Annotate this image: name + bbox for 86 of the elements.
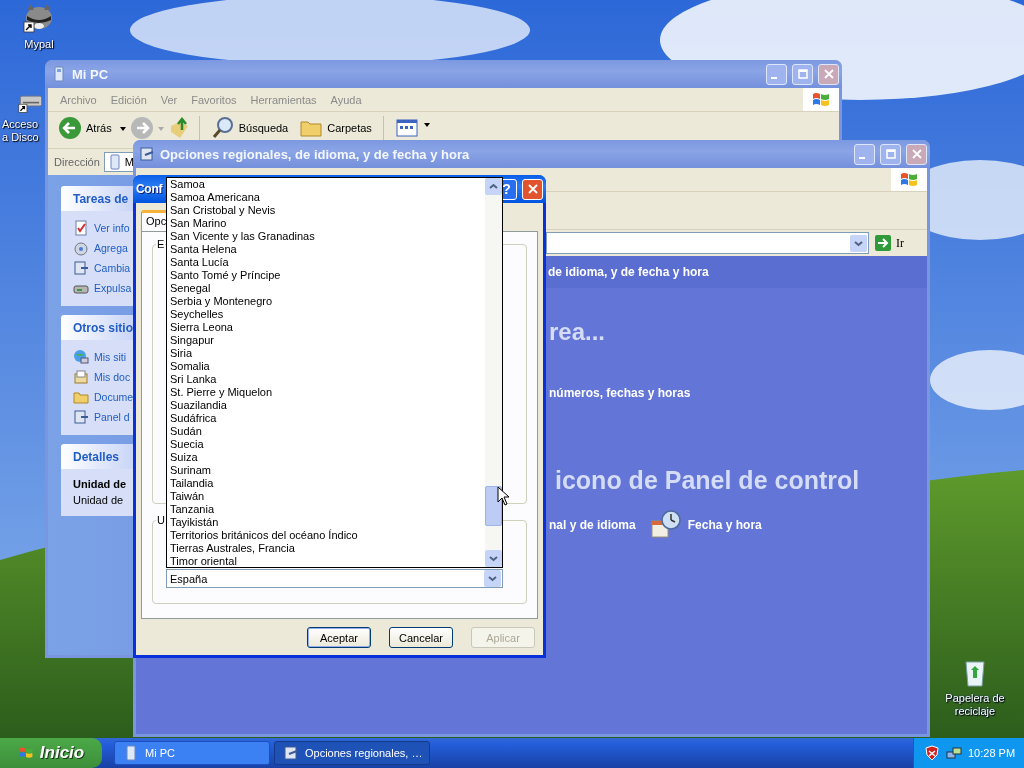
- country-dropdown[interactable]: España: [166, 569, 503, 588]
- task-link[interactable]: Agrega: [94, 242, 128, 254]
- panel-icon: [73, 409, 89, 425]
- list-item[interactable]: Timor oriental: [170, 555, 485, 568]
- breadcrumb-title: de idioma, y de fecha y hora: [548, 265, 709, 279]
- shield-icon[interactable]: [924, 745, 940, 761]
- task-link[interactable]: Docume: [94, 391, 134, 403]
- clock-calendar-icon: [649, 509, 682, 541]
- panel-icon: [73, 260, 89, 276]
- windows-flag-icon: [17, 745, 34, 761]
- maximize-icon: [796, 68, 809, 80]
- list-item[interactable]: Somalia: [170, 360, 485, 373]
- task-link[interactable]: Expulsa: [94, 282, 132, 294]
- list-item[interactable]: Sudán: [170, 425, 485, 438]
- icon-label: Papelera de reciclaje: [945, 692, 1005, 718]
- globe-icon: [73, 349, 89, 365]
- list-item[interactable]: Sudáfrica: [170, 412, 485, 425]
- list-item[interactable]: Santa Helena: [170, 243, 485, 256]
- icon-label: Mypal: [24, 38, 54, 51]
- window-title: Opciones regionales, de idioma, y de fecha y hora: [160, 146, 470, 162]
- task-link[interactable]: Panel d: [94, 411, 130, 423]
- scrollbar[interactable]: [485, 178, 502, 567]
- arrow-icon: [875, 235, 891, 251]
- task-link[interactable]: Cambia: [94, 262, 131, 274]
- close-icon: [910, 148, 923, 160]
- close-icon: [526, 183, 539, 195]
- folder-icon: [73, 389, 89, 405]
- list-item[interactable]: Santa Lucía: [170, 256, 485, 269]
- list-item[interactable]: Surinam: [170, 464, 485, 477]
- scroll-up-icon[interactable]: [485, 178, 502, 195]
- scroll-down-icon[interactable]: [485, 550, 502, 567]
- clock: 10:28 PM: [968, 747, 1016, 759]
- window-title: Mi PC: [72, 66, 109, 82]
- list-item[interactable]: Tayikistán: [170, 516, 485, 529]
- list-item[interactable]: Senegal: [170, 282, 485, 295]
- task-link[interactable]: Mis doc: [94, 371, 131, 383]
- minimize-icon: [859, 156, 865, 159]
- list-item[interactable]: Singapur: [170, 334, 485, 347]
- maximize-icon: [884, 148, 897, 160]
- dialog-title: Conf: [136, 182, 163, 196]
- list-item[interactable]: Santo Tomé y Príncipe: [170, 269, 485, 282]
- list-item[interactable]: Suiza: [170, 451, 485, 464]
- list-item[interactable]: Tierras Australes, Francia: [170, 542, 485, 555]
- panel-icon: [283, 745, 299, 761]
- taskbar-button[interactable]: Opciones regionales, …: [274, 741, 430, 765]
- close-icon: [822, 68, 835, 80]
- detail-text: Unidad de: [73, 494, 125, 506]
- dialog-button[interactable]: Aceptar: [307, 627, 371, 648]
- list-item[interactable]: Suazilandia: [170, 399, 485, 412]
- list-item[interactable]: Suecia: [170, 438, 485, 451]
- views-grid-icon: [394, 116, 419, 140]
- dialog-button[interactable]: Cancelar: [389, 627, 453, 648]
- list-item[interactable]: Samoa Americana: [170, 191, 485, 204]
- list-item[interactable]: Seychelles: [170, 308, 485, 321]
- network-icon[interactable]: [946, 745, 962, 761]
- group-label: U: [156, 514, 166, 526]
- task-link[interactable]: Ver info: [94, 222, 130, 234]
- document-check-icon: [73, 220, 89, 236]
- list-item[interactable]: San Vicente y las Granadinas: [170, 230, 485, 243]
- caret-icon: [422, 121, 431, 129]
- disc-icon: [73, 240, 89, 256]
- list-item[interactable]: Samoa: [170, 178, 485, 191]
- panel-icon: [139, 146, 155, 162]
- list-item[interactable]: Taiwán: [170, 490, 485, 503]
- list-item[interactable]: Sierra Leona: [170, 321, 485, 334]
- detail-text: Unidad de: [73, 478, 128, 490]
- documents-icon: [73, 369, 89, 385]
- task-link[interactable]: Mis siti: [94, 351, 127, 363]
- search-icon: [210, 116, 235, 140]
- section-heading: rea...: [549, 318, 607, 346]
- list-item[interactable]: Territorios británicos del océano Índico: [170, 529, 485, 542]
- group-label: E: [156, 238, 166, 250]
- address-label: Dirección: [54, 156, 100, 168]
- list-item[interactable]: Siria: [170, 347, 485, 360]
- list-item[interactable]: St. Pierre y Miquelon: [170, 386, 485, 399]
- computer-icon: [51, 66, 67, 82]
- section-heading: icono de Panel de control: [555, 466, 861, 495]
- list-item[interactable]: Tailandia: [170, 477, 485, 490]
- minimize-icon: [771, 76, 777, 79]
- taskbar-button[interactable]: Mi PC: [114, 741, 270, 765]
- animal-head-icon[interactable]: [23, 2, 55, 34]
- computer-icon: [123, 745, 139, 761]
- list-item[interactable]: Tanzania: [170, 503, 485, 516]
- icon-label: Acceso a Disco: [2, 118, 39, 144]
- list-item[interactable]: Sri Lanka: [170, 373, 485, 386]
- list-item[interactable]: Serbia y Montenegro: [170, 295, 485, 308]
